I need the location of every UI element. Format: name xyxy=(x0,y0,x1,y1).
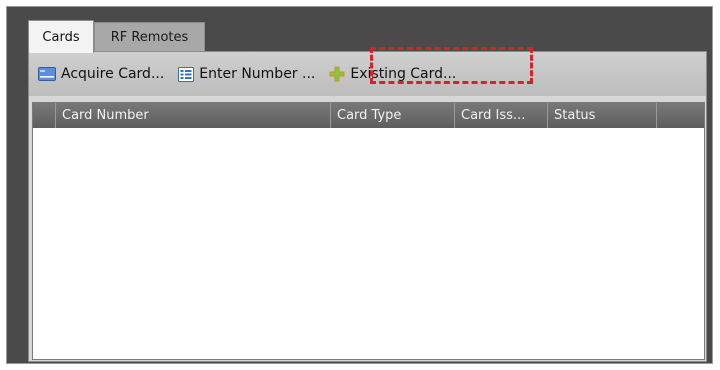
column-header-card-issue[interactable]: Card Iss... xyxy=(455,103,548,128)
grid-header: Card Number Card Type Card Iss... Status xyxy=(33,103,704,128)
cards-grid: Card Number Card Type Card Iss... Status xyxy=(32,102,705,360)
cards-container: Cards RF Remotes Acquire Card... Enter N… xyxy=(6,6,713,364)
column-header-extra[interactable] xyxy=(657,103,704,128)
plus-icon xyxy=(329,66,345,82)
tab-rf-remotes-label: RF Remotes xyxy=(110,29,189,45)
existing-card-label: Existing Card... xyxy=(350,66,457,82)
tab-strip: Cards RF Remotes xyxy=(7,7,712,53)
toolbar: Acquire Card... Enter Number ... Existin… xyxy=(29,47,706,96)
existing-card-button[interactable]: Existing Card... xyxy=(327,61,458,87)
enter-number-label: Enter Number ... xyxy=(199,66,316,82)
acquire-card-label: Acquire Card... xyxy=(61,66,165,82)
column-header-selector[interactable] xyxy=(33,103,56,128)
column-header-status[interactable]: Status xyxy=(548,103,657,128)
card-icon xyxy=(38,67,56,81)
enter-number-button[interactable]: Enter Number ... xyxy=(176,61,317,87)
tab-cards-label: Cards xyxy=(42,29,80,45)
tab-rf-remotes[interactable]: RF Remotes xyxy=(94,22,205,51)
column-header-card-type[interactable]: Card Type xyxy=(331,103,455,128)
cards-panel: Acquire Card... Enter Number ... Existin… xyxy=(28,47,707,362)
keypad-icon xyxy=(178,66,195,82)
tab-cards[interactable]: Cards xyxy=(28,20,94,53)
window-frame: Cards RF Remotes Acquire Card... Enter N… xyxy=(0,0,720,370)
acquire-card-button[interactable]: Acquire Card... xyxy=(36,61,166,87)
column-header-card-number[interactable]: Card Number xyxy=(56,103,331,128)
